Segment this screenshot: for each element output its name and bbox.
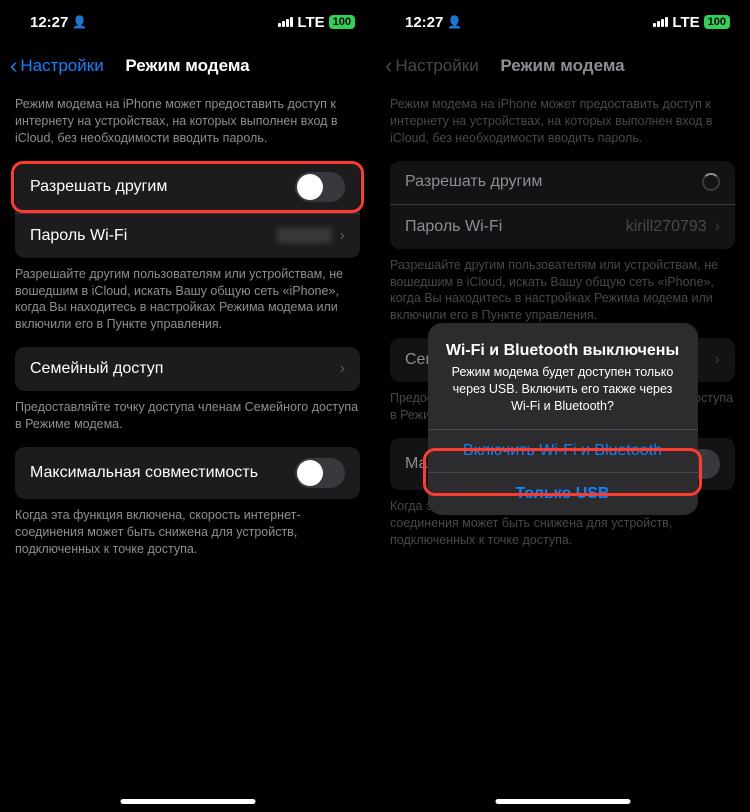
allow-explain-text: Разрешайте другим пользователям или устр… [0, 258, 375, 348]
network-type: LTE [297, 14, 324, 31]
allow-others-cell[interactable]: Разрешать другим [15, 161, 360, 214]
page-title: Режим модема [125, 56, 249, 76]
alert-title: Wi-Fi и Bluetooth выключены [444, 341, 682, 360]
chevron-left-icon: ‹ [10, 55, 17, 77]
max-compat-cell[interactable]: Максимальная совместимость [15, 447, 360, 499]
signal-icon [278, 17, 293, 27]
max-compat-toggle[interactable] [295, 458, 345, 488]
max-explain-text: Когда эта функция включена, скорость инт… [0, 499, 375, 572]
alert-enable-wifi-bt-button[interactable]: Включить Wi-Fi и Bluetooth [428, 429, 698, 472]
home-indicator[interactable] [120, 799, 255, 804]
allow-others-label: Разрешать другим [30, 178, 167, 196]
alert-usb-only-button[interactable]: Только USB [428, 472, 698, 515]
profile-icon: 👤 [72, 15, 87, 29]
family-access-cell[interactable]: Семейный доступ › [15, 347, 360, 391]
wifi-password-obscured [277, 228, 332, 243]
intro-text: Режим модема на iPhone может предоставит… [0, 88, 375, 161]
family-explain-text: Предоставляйте точку доступа членам Семе… [0, 391, 375, 447]
back-label: Настройки [20, 56, 103, 76]
screen-right: 12:27 👤 LTE 100 ‹ Настройки Режим модема… [375, 0, 750, 812]
chevron-right-icon: › [340, 360, 345, 378]
alert-message: Режим модема будет доступен только через… [444, 364, 682, 415]
back-button[interactable]: ‹ Настройки [10, 55, 104, 77]
alert-overlay: Wi-Fi и Bluetooth выключены Режим модема… [375, 0, 750, 812]
screen-left: 12:27 👤 LTE 100 ‹ Настройки Режим модема… [0, 0, 375, 812]
chevron-right-icon: › [340, 227, 345, 245]
battery-icon: 100 [329, 15, 355, 29]
alert-dialog: Wi-Fi и Bluetooth выключены Режим модема… [428, 323, 698, 515]
status-bar: 12:27 👤 LTE 100 [0, 0, 375, 44]
hotspot-group: Разрешать другим Пароль Wi-Fi › [15, 161, 360, 258]
family-access-label: Семейный доступ [30, 360, 163, 378]
wifi-password-label: Пароль Wi-Fi [30, 227, 127, 245]
max-compat-label: Максимальная совместимость [30, 464, 258, 482]
compat-group: Максимальная совместимость [15, 447, 360, 499]
allow-others-toggle[interactable] [295, 172, 345, 202]
nav-bar: ‹ Настройки Режим модема [0, 44, 375, 88]
family-group: Семейный доступ › [15, 347, 360, 391]
status-time: 12:27 [30, 14, 68, 31]
wifi-password-cell[interactable]: Пароль Wi-Fi › [15, 214, 360, 258]
